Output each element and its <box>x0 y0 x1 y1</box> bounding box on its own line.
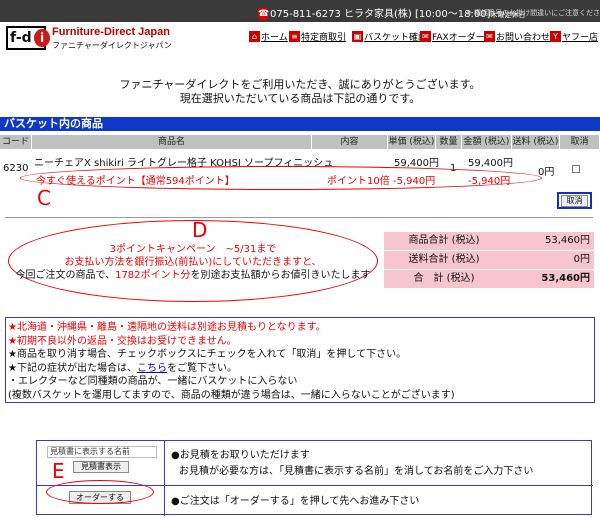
estimate-text1: ●お見積をお取りいただけます <box>171 450 310 461</box>
col-cancel: 取消 <box>560 135 600 149</box>
brand-name-en: Furniture-Direct Japan <box>52 26 170 38</box>
summary-total: 合 計 (税込) 53,460円 <box>384 270 594 288</box>
top-note: ※ 電話番号のお掛け間違いにご注意ください <box>466 9 600 17</box>
annotation-c: C <box>37 186 51 210</box>
cart-icon: ▣ <box>352 31 363 42</box>
campaign-points: 1782ポイント分 <box>115 270 191 281</box>
item-amount: 59,400円 <box>468 158 513 169</box>
order-text: ●ご注文は「オーダーする」を押して先へお進み下さい <box>171 496 420 507</box>
help-link[interactable]: こちら <box>137 363 167 374</box>
greeting-line2: 現在選択いただいている商品は下記の通りです。 <box>179 92 421 105</box>
mail-icon: ✉ <box>484 31 495 42</box>
home-icon: ⌂ <box>249 31 260 42</box>
document-icon: ≡ <box>289 31 300 42</box>
phone-icon: ☎ <box>258 8 270 20</box>
nav-contact[interactable]: ✉ お問い合わせ <box>484 30 550 44</box>
cancel-button[interactable]: 取消 <box>561 195 588 207</box>
col-unit-price: 単価 (税込) <box>388 135 436 149</box>
cancel-checkbox[interactable] <box>572 165 580 173</box>
divider <box>5 217 593 218</box>
logo[interactable]: f-d i <box>6 26 50 50</box>
order-box: 見積書に表示する名前 見積書表示 オーダーする ●お見積をお取りいただけます お… <box>36 440 593 516</box>
basket-title: バスケット内の商品 <box>0 117 600 131</box>
item-code: 6230 <box>3 163 29 174</box>
estimate-name-input[interactable]: 見積書に表示する名前 <box>47 446 157 458</box>
logo-mark: i <box>34 29 50 47</box>
top-bar: ☎075-811-6273 ヒラタ家具(株) [10:00～18:00]木曜定休… <box>0 0 600 22</box>
annotation-e: E <box>52 459 65 483</box>
annotation-oval-c <box>20 166 542 190</box>
estimate-button[interactable]: 見積書表示 <box>73 461 129 473</box>
estimate-text2: お見積が必要な方は、「見積書に表示する名前」を消してお名前をご入力下さい <box>179 466 534 477</box>
col-name: 商品名 <box>32 135 312 149</box>
summary-subtotal: 商品合計 (税込) 53,460円 <box>384 232 594 250</box>
brand-name-jp: ファニチャーダイレクトジャパン <box>52 41 172 50</box>
phone-text: 075-811-6273 ヒラタ家具(株) [10:00～18:00] <box>270 9 491 20</box>
nav-legal[interactable]: ≡ 特定商取引 <box>289 30 346 44</box>
nav-home[interactable]: ⌂ ホーム <box>249 30 288 44</box>
notes-box: ★北海道・沖縄県・離島・遠隔地の送料は別途お見積もりとなります。 ★初期不良以外… <box>5 317 595 403</box>
nav-basket[interactable]: ▣ バスケット確認 <box>352 30 427 44</box>
note-6: (複数バスケットを運用してますので、商品の種類が違う場合は、一緒に入らないことが… <box>8 389 455 401</box>
logo-text: f-d <box>10 30 32 46</box>
note-3: ★商品を取り消す場合、チェックボックスにチェックを入れて「取消」を押して下さい。 <box>8 349 407 360</box>
nav-fax[interactable]: ✉ FAXオーダー <box>420 30 485 44</box>
cancel-highlight: 取消 <box>557 192 592 209</box>
campaign-line3: 今回ご注文の商品で、1782ポイント分を別途お支払額からお値引きいたします <box>15 270 371 281</box>
col-content: 内容 <box>312 135 388 149</box>
basket-table-header: コード 商品名 内容 単価 (税込) 数量 金額 (税込) 送料 (税込) 取消 <box>0 135 600 149</box>
summary-shipping: 送料合計 (税込) 0円 <box>384 251 594 269</box>
note-2: ★初期不良以外の返品・交換はお受けできません。 <box>8 335 237 347</box>
col-code: コード <box>0 135 32 149</box>
col-amount: 金額 (税込) <box>462 135 512 149</box>
annotation-oval-e <box>46 480 154 504</box>
note-1: ★北海道・沖縄県・離島・遠隔地の送料は別途お見積もりとなります。 <box>8 322 326 333</box>
col-qty: 数量 <box>436 135 462 149</box>
nav-yahoo[interactable]: Y ヤフー店 <box>550 30 598 44</box>
col-shipping: 送料 (税込) <box>512 135 560 149</box>
note-5: ・エレクターなど同種類の商品が、一緒にバスケットに入らない <box>8 376 298 387</box>
fax-icon: ✉ <box>420 31 431 42</box>
yahoo-icon: Y <box>550 31 561 42</box>
note-4: ★下記の症状が出た場合は、こちらをご覧下さい。 <box>8 362 237 374</box>
